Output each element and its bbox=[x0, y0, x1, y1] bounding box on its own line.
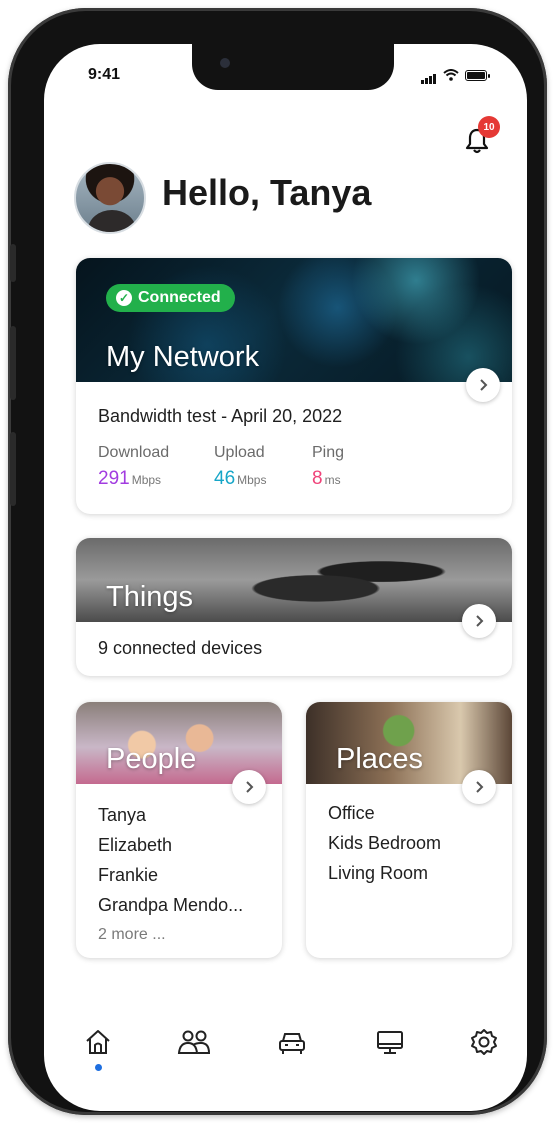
people-list: Tanya Elizabeth Frankie Grandpa Mendo...… bbox=[98, 800, 243, 950]
volume-up-button bbox=[10, 326, 16, 400]
people-more-link[interactable]: 2 more ... bbox=[98, 920, 243, 950]
chevron-right-icon bbox=[480, 379, 488, 391]
list-item: Office bbox=[328, 803, 375, 823]
volume-down-button bbox=[10, 432, 16, 506]
places-list: Office Kids Bedroom Living Room bbox=[328, 798, 441, 888]
network-hero-image: ✓ Connected My Network bbox=[76, 258, 512, 382]
tab-bar bbox=[44, 1020, 527, 1080]
list-item: Grandpa Mendo... bbox=[98, 895, 244, 915]
chevron-right-icon bbox=[476, 781, 484, 793]
chevron-right-icon bbox=[246, 781, 254, 793]
things-title: Things bbox=[106, 581, 194, 613]
notification-badge: 10 bbox=[478, 116, 500, 138]
download-label: Download bbox=[98, 444, 170, 461]
active-tab-indicator bbox=[95, 1064, 102, 1071]
wifi-icon bbox=[443, 69, 459, 81]
download-unit: Mbps bbox=[131, 473, 162, 487]
tab-things[interactable] bbox=[270, 1020, 314, 1064]
upload-metric: Upload 46 Mbps bbox=[214, 444, 266, 490]
people-card[interactable]: People Tanya Elizabeth Frankie Grandpa M… bbox=[76, 702, 282, 958]
settings-icon bbox=[471, 1029, 497, 1055]
list-item: Living Room bbox=[328, 863, 429, 883]
check-icon: ✓ bbox=[116, 290, 132, 306]
bandwidth-title: Bandwidth test - April 20, 2022 bbox=[98, 406, 343, 426]
upload-unit: Mbps bbox=[237, 473, 267, 487]
connected-label: Connected bbox=[138, 289, 221, 306]
ping-metric: Ping 8 ms bbox=[312, 444, 344, 490]
greeting: Hello, Tanya bbox=[162, 172, 372, 213]
phone-frame: 9:41 10 Hello, Tanya ✓ Connected My Netw… bbox=[8, 8, 547, 1115]
home-icon bbox=[86, 1030, 110, 1054]
front-camera bbox=[220, 58, 230, 68]
download-value: 291 bbox=[98, 468, 130, 489]
signal-icon bbox=[421, 66, 437, 84]
download-metric: Download 291 Mbps bbox=[98, 444, 169, 490]
notifications-button[interactable]: 10 bbox=[462, 116, 500, 156]
ping-unit: ms bbox=[324, 473, 341, 487]
screen: 9:41 10 Hello, Tanya ✓ Connected My Netw… bbox=[44, 44, 527, 1111]
things-hero-image: Things bbox=[76, 538, 512, 622]
list-item: Kids Bedroom bbox=[328, 833, 442, 853]
car-icon bbox=[279, 1033, 305, 1054]
people-open-button[interactable] bbox=[232, 770, 266, 804]
notch bbox=[192, 44, 394, 90]
status-icons bbox=[421, 66, 490, 84]
upload-value: 46 bbox=[214, 468, 236, 489]
network-open-button[interactable] bbox=[466, 368, 500, 402]
things-subtitle: 9 connected devices bbox=[98, 638, 263, 658]
tab-people[interactable] bbox=[172, 1020, 216, 1064]
places-title: Places bbox=[336, 743, 424, 775]
battery-icon bbox=[465, 69, 490, 81]
tab-settings[interactable] bbox=[462, 1020, 506, 1064]
people-icon bbox=[177, 1030, 211, 1054]
things-open-button[interactable] bbox=[462, 604, 496, 638]
people-title: People bbox=[106, 743, 197, 775]
network-card[interactable]: ✓ Connected My Network Bandwidth test - … bbox=[76, 258, 512, 514]
list-item: Frankie bbox=[98, 865, 159, 885]
connected-badge: ✓ Connected bbox=[106, 284, 235, 312]
things-card[interactable]: Things 9 connected devices bbox=[76, 538, 512, 676]
places-card[interactable]: Places Office Kids Bedroom Living Room bbox=[306, 702, 512, 958]
monitor-icon bbox=[377, 1031, 403, 1054]
chevron-right-icon bbox=[476, 615, 484, 627]
avatar[interactable] bbox=[74, 162, 146, 234]
mute-switch bbox=[10, 244, 16, 282]
tab-home[interactable] bbox=[76, 1020, 120, 1071]
upload-label: Upload bbox=[214, 444, 265, 461]
ping-label: Ping bbox=[312, 444, 345, 461]
list-item: Elizabeth bbox=[98, 835, 173, 855]
list-item: Tanya bbox=[98, 805, 147, 825]
places-open-button[interactable] bbox=[462, 770, 496, 804]
ping-value: 8 bbox=[312, 468, 323, 489]
tab-devices[interactable] bbox=[368, 1020, 412, 1064]
status-time: 9:41 bbox=[88, 66, 121, 83]
network-title: My Network bbox=[106, 341, 260, 373]
